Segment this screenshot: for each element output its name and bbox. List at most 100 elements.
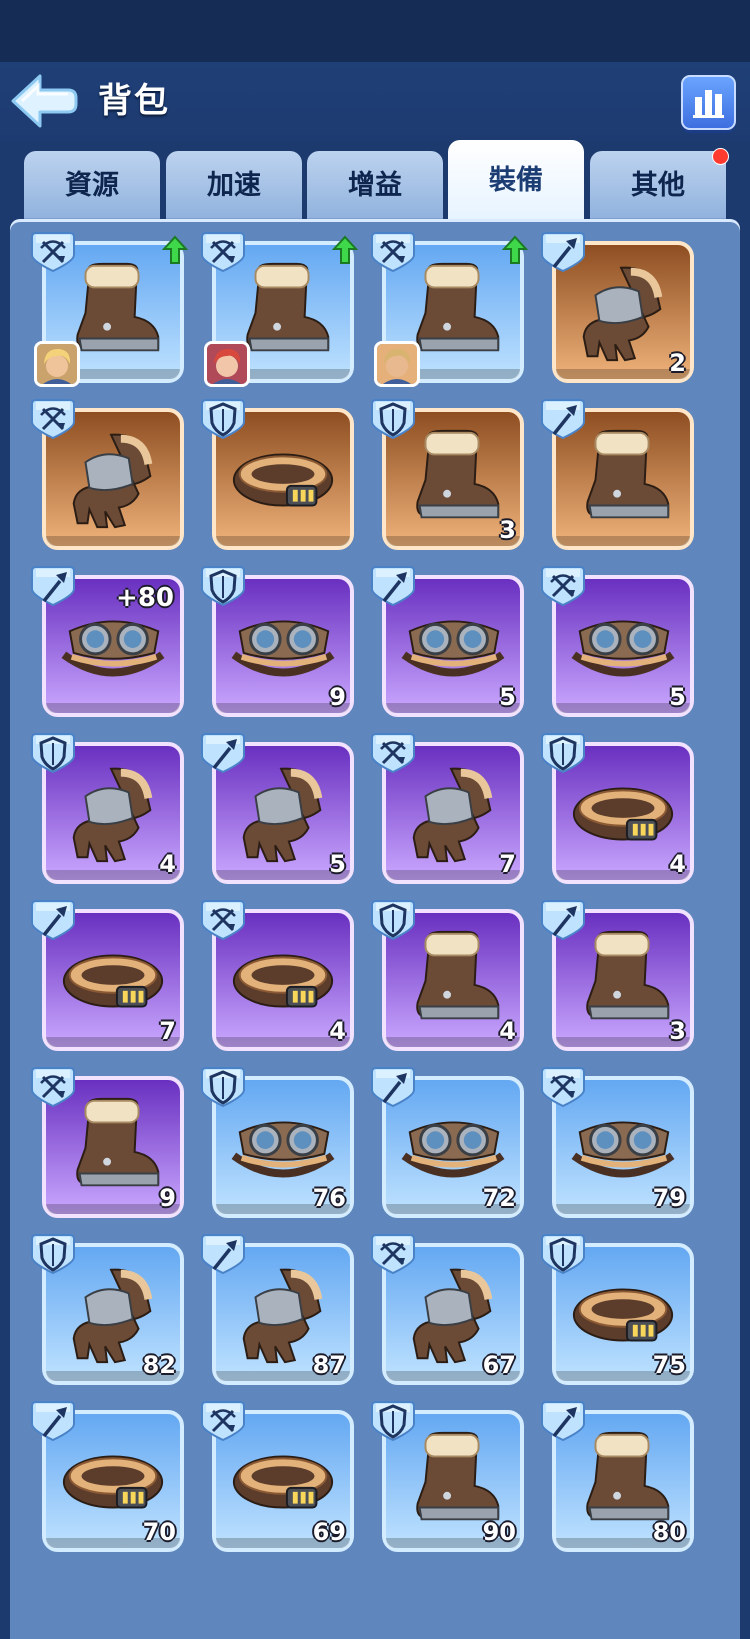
belt-icon [566,758,680,868]
item-count: 90 [482,1518,516,1546]
spear-icon [30,563,76,607]
inventory-item-boots[interactable]: 3 [541,900,694,1051]
inventory-item-belt[interactable] [201,399,354,550]
shield-icon [370,897,416,941]
shield-icon [370,396,416,440]
spear-icon [30,1398,76,1442]
goggles-icon [226,591,340,701]
inventory-item-gloves[interactable]: 7 [371,733,524,884]
inventory-grid: 2 3 +80 9 5 5 4 5 7 4 7 4 4 3 9 76 72 79 82 87 67 75 70 69 90 80 [0,0,750,1625]
boots-icon [396,424,510,534]
boots-icon [566,424,680,534]
item-count: 82 [142,1351,176,1379]
spear-icon [370,1064,416,1108]
shield-icon [200,563,246,607]
crossbow-icon [540,563,586,607]
inventory-item-gloves[interactable]: 67 [371,1234,524,1385]
spear-icon [540,229,586,273]
inventory-item-boots[interactable]: 9 [31,1067,184,1218]
shield-icon [30,1231,76,1275]
goggles-icon [396,591,510,701]
crossbow-icon [30,396,76,440]
crossbow-icon [30,1064,76,1108]
inventory-item-belt[interactable]: 70 [31,1401,184,1552]
item-count: 2 [669,349,686,377]
item-count: 5 [669,683,686,711]
inventory-item-goggles[interactable]: 79 [541,1067,694,1218]
crossbow-icon [370,229,416,273]
item-count: 9 [329,683,346,711]
inventory-item-boots[interactable] [371,232,529,387]
crossbow-icon [30,229,76,273]
spear-icon [540,897,586,941]
hero-avatar [374,341,420,387]
inventory-item-goggles[interactable]: 5 [541,566,694,717]
inventory-item-gloves[interactable]: 5 [201,733,354,884]
inventory-item-boots[interactable]: 80 [541,1401,694,1552]
spear-icon [30,897,76,941]
crossbow-icon [200,1398,246,1442]
shield-icon [370,1398,416,1442]
inventory-item-goggles[interactable]: 9 [201,566,354,717]
item-count: 9 [159,1184,176,1212]
inventory-item-gloves[interactable] [31,399,184,550]
inventory-item-belt[interactable]: 4 [541,733,694,884]
crossbow-icon [540,1064,586,1108]
spear-icon [370,563,416,607]
inventory-item-goggles[interactable]: 76 [201,1067,354,1218]
shield-icon [540,1231,586,1275]
boots-icon [566,925,680,1035]
inventory-item-gloves[interactable]: 2 [541,232,694,383]
item-count: 67 [482,1351,516,1379]
item-count: 87 [312,1351,346,1379]
item-count: 4 [159,850,176,878]
item-count: 4 [329,1017,346,1045]
item-count: 79 [652,1184,686,1212]
item-count: 5 [499,683,516,711]
crossbow-icon [370,1231,416,1275]
crossbow-icon [200,229,246,273]
boots-icon [56,1092,170,1202]
inventory-item-boots[interactable]: 4 [371,900,524,1051]
boots-icon [396,925,510,1035]
spear-icon [540,1398,586,1442]
inventory-item-boots[interactable] [31,232,189,387]
level-bonus-label: +80 [116,583,174,613]
gloves-icon [226,758,340,868]
inventory-item-boots[interactable]: 90 [371,1401,524,1552]
hero-avatar [34,341,80,387]
belt-icon [226,424,340,534]
inventory-item-gloves[interactable]: 82 [31,1234,184,1385]
inventory-item-gloves[interactable]: 4 [31,733,184,884]
inventory-item-boots[interactable] [201,232,359,387]
item-count: 72 [482,1184,516,1212]
inventory-item-boots[interactable]: 3 [371,399,524,550]
upgrade-arrow-icon [161,235,189,265]
item-count: 76 [312,1184,346,1212]
crossbow-icon [370,730,416,774]
item-count: 4 [669,850,686,878]
inventory-item-gloves[interactable]: 87 [201,1234,354,1385]
shield-icon [200,396,246,440]
inventory-item-belt[interactable]: 7 [31,900,184,1051]
inventory-item-goggles[interactable]: +80 [31,566,184,717]
belt-icon [56,925,170,1035]
item-count: 70 [142,1518,176,1546]
gloves-icon [56,424,170,534]
spear-icon [200,1231,246,1275]
hero-avatar [204,341,250,387]
item-count: 4 [499,1017,516,1045]
inventory-item-belt[interactable]: 4 [201,900,354,1051]
inventory-item-goggles[interactable]: 72 [371,1067,524,1218]
item-count: 69 [312,1518,346,1546]
upgrade-arrow-icon [501,235,529,265]
shield-icon [30,730,76,774]
upgrade-arrow-icon [331,235,359,265]
gloves-icon [566,257,680,367]
inventory-item-goggles[interactable]: 5 [371,566,524,717]
inventory-item-belt[interactable]: 69 [201,1401,354,1552]
inventory-item-boots[interactable] [541,399,694,550]
goggles-icon [566,591,680,701]
item-count: 7 [499,850,516,878]
inventory-item-belt[interactable]: 75 [541,1234,694,1385]
